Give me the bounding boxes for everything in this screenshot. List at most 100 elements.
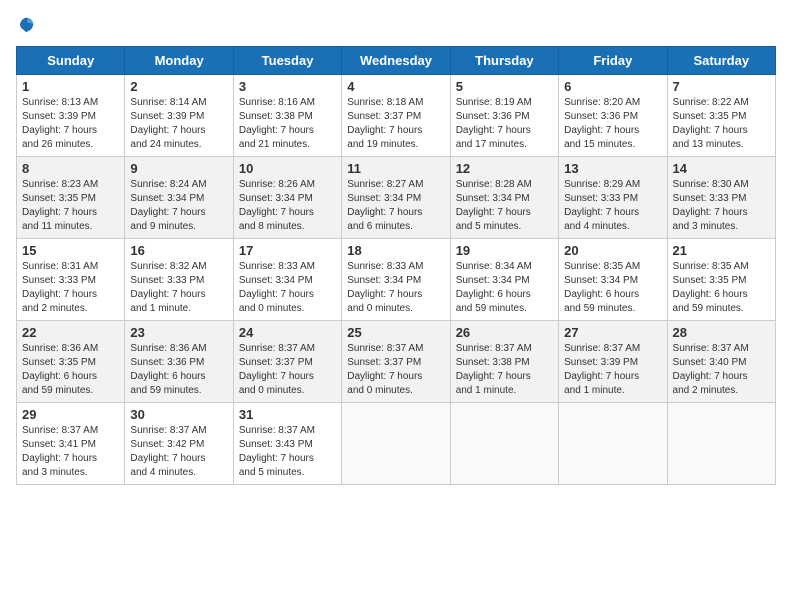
day-info: Sunrise: 8:31 AMSunset: 3:33 PMDaylight:… <box>22 260 119 316</box>
calendar-cell: 12 Sunrise: 8:28 AMSunset: 3:34 PMDayligh… <box>450 157 558 239</box>
day-info: Sunrise: 8:29 AMSunset: 3:33 PMDaylight:… <box>564 178 661 234</box>
day-number: 29 <box>22 407 119 422</box>
day-info: Sunrise: 8:22 AMSunset: 3:35 PMDaylight:… <box>673 96 770 152</box>
day-number: 26 <box>456 325 553 340</box>
day-number: 8 <box>22 161 119 176</box>
calendar-week-row: 29Sunrise: 8:37 AMSunset: 3:41 PMDayligh… <box>17 403 776 485</box>
day-info: Sunrise: 8:37 AMSunset: 3:38 PMDaylight:… <box>456 342 553 398</box>
logo <box>16 16 36 34</box>
day-number: 15 <box>22 243 119 258</box>
calendar-cell: 23 Sunrise: 8:36 AMSunset: 3:36 PMDayligh… <box>125 321 233 403</box>
day-info: Sunrise: 8:36 AMSunset: 3:35 PMDaylight:… <box>22 342 119 398</box>
page-header <box>16 16 776 34</box>
logo-bird-icon <box>17 16 35 34</box>
day-info: Sunrise: 8:37 AMSunset: 3:42 PMDaylight:… <box>130 424 227 480</box>
calendar-table: SundayMondayTuesdayWednesdayThursdayFrid… <box>16 46 776 485</box>
day-number: 19 <box>456 243 553 258</box>
calendar-cell: 5 Sunrise: 8:19 AMSunset: 3:36 PMDaylight… <box>450 75 558 157</box>
day-info: Sunrise: 8:13 AMSunset: 3:39 PMDaylight:… <box>22 96 119 152</box>
day-number: 12 <box>456 161 553 176</box>
day-info: Sunrise: 8:28 AMSunset: 3:34 PMDaylight:… <box>456 178 553 234</box>
day-info: Sunrise: 8:24 AMSunset: 3:34 PMDaylight:… <box>130 178 227 234</box>
day-number: 5 <box>456 79 553 94</box>
day-number: 4 <box>347 79 444 94</box>
day-header-sunday: Sunday <box>17 47 125 75</box>
day-info: Sunrise: 8:19 AMSunset: 3:36 PMDaylight:… <box>456 96 553 152</box>
calendar-cell: 1Sunrise: 8:13 AMSunset: 3:39 PMDaylight… <box>17 75 125 157</box>
day-info: Sunrise: 8:35 AMSunset: 3:34 PMDaylight:… <box>564 260 661 316</box>
calendar-cell <box>342 403 450 485</box>
day-info: Sunrise: 8:37 AMSunset: 3:43 PMDaylight:… <box>239 424 336 480</box>
day-number: 21 <box>673 243 770 258</box>
day-info: Sunrise: 8:37 AMSunset: 3:40 PMDaylight:… <box>673 342 770 398</box>
day-info: Sunrise: 8:36 AMSunset: 3:36 PMDaylight:… <box>130 342 227 398</box>
day-info: Sunrise: 8:26 AMSunset: 3:34 PMDaylight:… <box>239 178 336 234</box>
day-number: 22 <box>22 325 119 340</box>
day-info: Sunrise: 8:37 AMSunset: 3:37 PMDaylight:… <box>347 342 444 398</box>
calendar-cell <box>559 403 667 485</box>
day-number: 27 <box>564 325 661 340</box>
calendar-cell: 27 Sunrise: 8:37 AMSunset: 3:39 PMDayligh… <box>559 321 667 403</box>
calendar-cell: 11Sunrise: 8:27 AMSunset: 3:34 PMDayligh… <box>342 157 450 239</box>
calendar-cell: 4 Sunrise: 8:18 AMSunset: 3:37 PMDaylight… <box>342 75 450 157</box>
calendar-cell: 2Sunrise: 8:14 AMSunset: 3:39 PMDaylight… <box>125 75 233 157</box>
calendar-cell: 18 Sunrise: 8:33 AMSunset: 3:34 PMDayligh… <box>342 239 450 321</box>
calendar-cell: 24 Sunrise: 8:37 AMSunset: 3:37 PMDayligh… <box>233 321 341 403</box>
day-info: Sunrise: 8:18 AMSunset: 3:37 PMDaylight:… <box>347 96 444 152</box>
calendar-cell: 20 Sunrise: 8:35 AMSunset: 3:34 PMDayligh… <box>559 239 667 321</box>
calendar-cell: 31 Sunrise: 8:37 AMSunset: 3:43 PMDayligh… <box>233 403 341 485</box>
day-number: 9 <box>130 161 227 176</box>
day-info: Sunrise: 8:33 AMSunset: 3:34 PMDaylight:… <box>239 260 336 316</box>
calendar-header-row: SundayMondayTuesdayWednesdayThursdayFrid… <box>17 47 776 75</box>
day-header-saturday: Saturday <box>667 47 775 75</box>
day-header-friday: Friday <box>559 47 667 75</box>
day-number: 28 <box>673 325 770 340</box>
calendar-cell: 21Sunrise: 8:35 AMSunset: 3:35 PMDayligh… <box>667 239 775 321</box>
calendar-cell: 25 Sunrise: 8:37 AMSunset: 3:37 PMDayligh… <box>342 321 450 403</box>
day-info: Sunrise: 8:34 AMSunset: 3:34 PMDaylight:… <box>456 260 553 316</box>
calendar-cell: 28 Sunrise: 8:37 AMSunset: 3:40 PMDayligh… <box>667 321 775 403</box>
calendar-week-row: 15 Sunrise: 8:31 AMSunset: 3:33 PMDayligh… <box>17 239 776 321</box>
calendar-cell: 13 Sunrise: 8:29 AMSunset: 3:33 PMDayligh… <box>559 157 667 239</box>
calendar-cell: 6 Sunrise: 8:20 AMSunset: 3:36 PMDaylight… <box>559 75 667 157</box>
day-info: Sunrise: 8:32 AMSunset: 3:33 PMDaylight:… <box>130 260 227 316</box>
day-number: 6 <box>564 79 661 94</box>
day-number: 30 <box>130 407 227 422</box>
day-number: 23 <box>130 325 227 340</box>
day-info: Sunrise: 8:16 AMSunset: 3:38 PMDaylight:… <box>239 96 336 152</box>
day-number: 14 <box>673 161 770 176</box>
day-number: 7 <box>673 79 770 94</box>
calendar-cell: 10Sunrise: 8:26 AMSunset: 3:34 PMDayligh… <box>233 157 341 239</box>
calendar-cell: 16 Sunrise: 8:32 AMSunset: 3:33 PMDayligh… <box>125 239 233 321</box>
day-info: Sunrise: 8:20 AMSunset: 3:36 PMDaylight:… <box>564 96 661 152</box>
day-info: Sunrise: 8:33 AMSunset: 3:34 PMDaylight:… <box>347 260 444 316</box>
day-number: 17 <box>239 243 336 258</box>
day-number: 20 <box>564 243 661 258</box>
day-header-monday: Monday <box>125 47 233 75</box>
calendar-cell: 3 Sunrise: 8:16 AMSunset: 3:38 PMDaylight… <box>233 75 341 157</box>
calendar-cell: 19 Sunrise: 8:34 AMSunset: 3:34 PMDayligh… <box>450 239 558 321</box>
day-number: 18 <box>347 243 444 258</box>
day-number: 24 <box>239 325 336 340</box>
day-header-wednesday: Wednesday <box>342 47 450 75</box>
day-number: 16 <box>130 243 227 258</box>
calendar-cell <box>667 403 775 485</box>
day-number: 2 <box>130 79 227 94</box>
calendar-cell: 7 Sunrise: 8:22 AMSunset: 3:35 PMDaylight… <box>667 75 775 157</box>
day-number: 13 <box>564 161 661 176</box>
calendar-cell: 29Sunrise: 8:37 AMSunset: 3:41 PMDayligh… <box>17 403 125 485</box>
day-info: Sunrise: 8:27 AMSunset: 3:34 PMDaylight:… <box>347 178 444 234</box>
day-info: Sunrise: 8:37 AMSunset: 3:39 PMDaylight:… <box>564 342 661 398</box>
day-number: 31 <box>239 407 336 422</box>
day-info: Sunrise: 8:30 AMSunset: 3:33 PMDaylight:… <box>673 178 770 234</box>
calendar-cell: 9 Sunrise: 8:24 AMSunset: 3:34 PMDaylight… <box>125 157 233 239</box>
calendar-week-row: 1Sunrise: 8:13 AMSunset: 3:39 PMDaylight… <box>17 75 776 157</box>
calendar-cell: 8Sunrise: 8:23 AMSunset: 3:35 PMDaylight… <box>17 157 125 239</box>
day-info: Sunrise: 8:37 AMSunset: 3:37 PMDaylight:… <box>239 342 336 398</box>
calendar-cell <box>450 403 558 485</box>
day-header-tuesday: Tuesday <box>233 47 341 75</box>
calendar-cell: 15 Sunrise: 8:31 AMSunset: 3:33 PMDayligh… <box>17 239 125 321</box>
day-number: 3 <box>239 79 336 94</box>
day-number: 25 <box>347 325 444 340</box>
calendar-cell: 17 Sunrise: 8:33 AMSunset: 3:34 PMDayligh… <box>233 239 341 321</box>
